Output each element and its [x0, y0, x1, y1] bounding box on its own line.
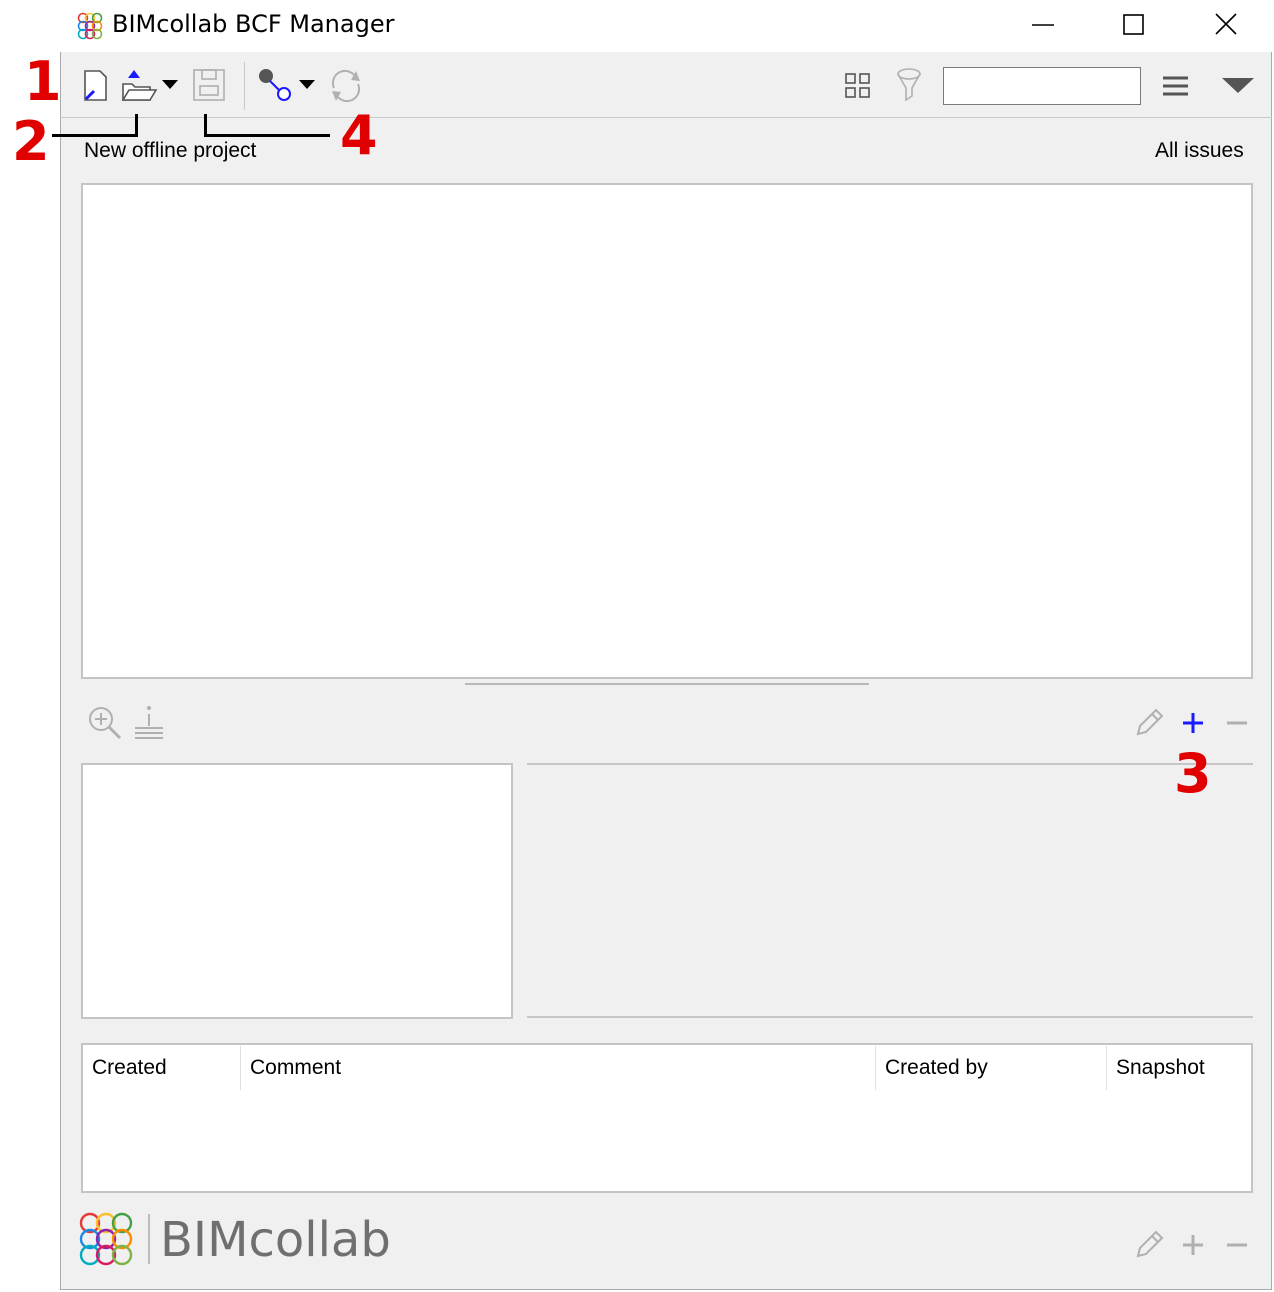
grid-view-icon[interactable]	[844, 72, 872, 100]
collapse-arrow-icon[interactable]	[1220, 76, 1256, 96]
app-logo-icon	[77, 12, 103, 40]
column-separator[interactable]	[875, 1046, 876, 1090]
annotation-1: 1	[24, 50, 62, 113]
annotation-line-2	[135, 114, 138, 137]
annotation-2: 2	[12, 110, 50, 173]
annotation-3: 3	[1174, 742, 1212, 805]
new-project-icon[interactable]	[82, 68, 110, 104]
maximize-button[interactable]	[1090, 0, 1180, 50]
details-bottom-line	[527, 1016, 1253, 1018]
markup-icon	[135, 706, 163, 739]
issue-list[interactable]	[81, 183, 1253, 679]
minimize-button[interactable]	[1000, 0, 1090, 50]
edit-icon	[1136, 1230, 1164, 1258]
snapshot-panel	[81, 763, 513, 1019]
dropdown-arrow-icon[interactable]	[297, 76, 317, 92]
sync-icon	[331, 69, 361, 103]
column-header-snapshot[interactable]: Snapshot	[1116, 1056, 1205, 1080]
toolbar-separator	[60, 117, 1272, 118]
details-top-line	[527, 763, 1253, 765]
column-separator[interactable]	[1106, 1046, 1107, 1090]
annotation-line-4	[204, 134, 330, 137]
column-separator[interactable]	[240, 1046, 241, 1090]
toolbar-divider	[244, 62, 245, 110]
edit-icon	[1136, 708, 1164, 736]
column-header-created-by[interactable]: Created by	[885, 1056, 988, 1080]
search-input[interactable]	[943, 67, 1141, 105]
add-icon	[1183, 1235, 1203, 1255]
open-folder-icon[interactable]	[120, 66, 160, 106]
connect-icon[interactable]	[256, 66, 296, 106]
filter-icon[interactable]	[894, 66, 924, 106]
dropdown-arrow-icon[interactable]	[160, 76, 180, 92]
splitter-handle[interactable]	[465, 683, 869, 685]
close-button[interactable]	[1180, 0, 1270, 50]
column-header-created[interactable]: Created	[92, 1056, 167, 1080]
annotation-4: 4	[340, 104, 378, 167]
add-icon[interactable]	[1178, 708, 1208, 738]
annotation-line-2	[52, 134, 138, 137]
menu-icon[interactable]	[1160, 74, 1192, 100]
bimcollab-logo-icon	[79, 1212, 133, 1266]
remove-icon	[1227, 721, 1247, 725]
issue-filter-label[interactable]: All issues	[1155, 139, 1244, 163]
remove-icon	[1227, 1243, 1247, 1247]
brand-divider	[148, 1214, 150, 1264]
zoom-icon	[89, 707, 122, 740]
save-icon	[193, 69, 225, 101]
project-name[interactable]: New offline project	[84, 139, 256, 163]
brand-name: BIMcollab	[160, 1212, 391, 1268]
window-title: BIMcollab BCF Manager	[112, 10, 395, 38]
column-header-comment[interactable]: Comment	[250, 1056, 341, 1080]
